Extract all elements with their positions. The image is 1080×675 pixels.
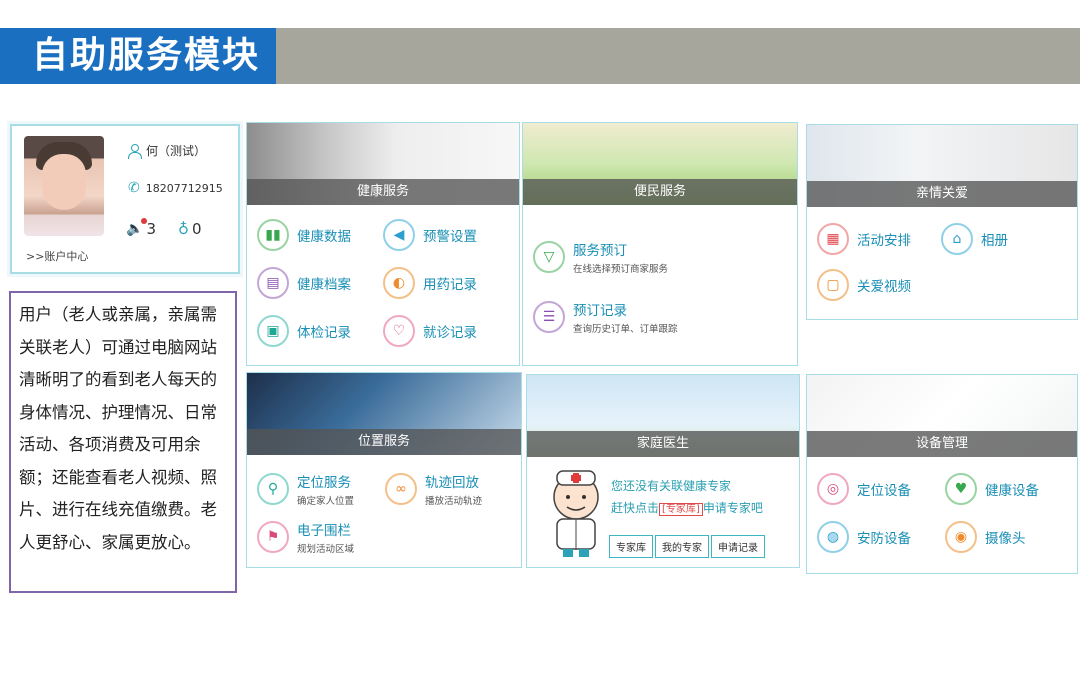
- messages-stat[interactable]: 🔈 3: [126, 218, 156, 238]
- pill-icon: ◐: [383, 267, 415, 299]
- messages-count: 3: [146, 220, 156, 238]
- item-location-service[interactable]: ⚲ 定位服务 确定家人位置: [257, 471, 354, 507]
- panel-family-title: 亲情关爱: [807, 181, 1077, 207]
- panel-device-header: 设备管理: [807, 375, 1077, 457]
- item-health-data[interactable]: ▮▮ 健康数据: [257, 219, 351, 251]
- item-alert-settings[interactable]: ◀ 预警设置: [383, 219, 477, 251]
- item-location-device[interactable]: ◎ 定位设备: [817, 473, 911, 505]
- item-checkup-record[interactable]: ▣ 体检记录: [257, 315, 351, 347]
- doctor-message-line2: 赶快点击 [专家库] 申请专家吧: [611, 501, 763, 516]
- cart-icon: ▽: [533, 241, 565, 273]
- user-name: 何（测试）: [146, 144, 207, 158]
- item-camera[interactable]: ◉ 摄像头: [945, 521, 1026, 553]
- camera-icon: ◉: [945, 521, 977, 553]
- track-icon: ∞: [385, 473, 417, 505]
- application-record-button[interactable]: 申请记录: [711, 535, 765, 558]
- panel-location-title: 位置服务: [247, 429, 521, 455]
- item-health-device[interactable]: ♥ 健康设备: [945, 473, 1039, 505]
- panel-location-header: 位置服务: [247, 373, 521, 455]
- user-phone: 18207712915: [145, 181, 223, 195]
- megaphone-icon: ◀: [383, 219, 415, 251]
- panel-device: 设备管理 ◎ 定位设备 ♥ 健康设备 ◍ 安防设备 ◉ 摄像头: [806, 374, 1078, 574]
- title-bar: 自助服务模块: [0, 28, 1080, 84]
- panel-convenience-header: 便民服务: [523, 123, 797, 205]
- description-box: 用户（老人或亲属，亲属需关联老人）可通过电脑网站清晰明了的看到老人每天的身体情况…: [9, 291, 237, 593]
- item-track-playback[interactable]: ∞ 轨迹回放 播放活动轨迹: [385, 471, 482, 507]
- avatar: [24, 136, 104, 236]
- calendar-icon: ▦: [817, 223, 849, 255]
- document-icon: ▤: [257, 267, 289, 299]
- phone-icon: ✆: [128, 180, 140, 196]
- alerts-stat[interactable]: ♁ 0: [178, 220, 202, 238]
- item-booking-record[interactable]: ☰ 预订记录 查询历史订单、订单跟踪: [533, 299, 678, 335]
- item-geofence[interactable]: ⚑ 电子围栏 规划活动区域: [257, 519, 354, 555]
- stethoscope-icon: ♡: [383, 315, 415, 347]
- my-expert-button[interactable]: 我的专家: [655, 535, 709, 558]
- panel-health: 健康服务 ▮▮ 健康数据 ◀ 预警设置 ▤ 健康档案 ◐ 用药记录 ▣ 体检记录…: [246, 122, 520, 366]
- panel-doctor: 家庭医生 您还没有关联健康专家 赶快点击 [专家库] 申请专家吧 专家库 我的专家 …: [526, 374, 800, 568]
- home-icon: ⌂: [941, 223, 973, 255]
- item-activity-schedule[interactable]: ▦ 活动安排: [817, 223, 911, 255]
- video-icon: ▢: [817, 269, 849, 301]
- bulb-icon: ♁: [178, 220, 189, 238]
- panel-location: 位置服务 ⚲ 定位服务 确定家人位置 ∞ 轨迹回放 播放活动轨迹 ⚑ 电子围栏 …: [246, 372, 522, 568]
- doctor-message-line1: 您还没有关联健康专家: [611, 479, 732, 493]
- item-care-video[interactable]: ▢ 关爱视频: [817, 269, 911, 301]
- speaker-icon: 🔈: [126, 218, 148, 237]
- list-icon: ☰: [533, 301, 565, 333]
- flag-icon: ⚑: [257, 521, 289, 553]
- person-icon: [128, 143, 142, 159]
- panel-doctor-title: 家庭医生: [527, 431, 799, 457]
- user-name-row: 何（测试）: [128, 142, 206, 159]
- alarm-icon: ◍: [817, 521, 849, 553]
- panel-device-title: 设备管理: [807, 431, 1077, 457]
- panel-health-header: 健康服务: [247, 123, 519, 205]
- account-center-link[interactable]: >>账户中心: [26, 248, 88, 264]
- heart-shield-icon: ♥: [945, 473, 977, 505]
- clipboard-icon: ▣: [257, 315, 289, 347]
- alerts-count: 0: [192, 220, 202, 238]
- item-album[interactable]: ⌂ 相册: [941, 223, 1008, 255]
- item-service-booking[interactable]: ▽ 服务预订 在线选择预订商家服务: [533, 239, 668, 275]
- item-health-record[interactable]: ▤ 健康档案: [257, 267, 351, 299]
- page-title: 自助服务模块: [0, 28, 276, 84]
- item-visit-record[interactable]: ♡ 就诊记录: [383, 315, 477, 347]
- expert-library-button[interactable]: 专家库: [609, 535, 653, 558]
- panel-health-title: 健康服务: [247, 179, 519, 205]
- chart-icon: ▮▮: [257, 219, 289, 251]
- item-security-device[interactable]: ◍ 安防设备: [817, 521, 911, 553]
- panel-convenience: 便民服务 ▽ 服务预订 在线选择预订商家服务 ☰ 预订记录 查询历史订单、订单跟…: [522, 122, 798, 366]
- user-phone-row: ✆ 18207712915: [128, 180, 223, 196]
- panel-family: 亲情关爱 ▦ 活动安排 ⌂ 相册 ▢ 关爱视频: [806, 124, 1078, 320]
- expert-library-link[interactable]: [专家库]: [659, 503, 703, 516]
- item-medication-record[interactable]: ◐ 用药记录: [383, 267, 477, 299]
- location-pin-icon: ⚲: [257, 473, 289, 505]
- panel-family-header: 亲情关爱: [807, 125, 1077, 207]
- panel-doctor-header: 家庭医生: [527, 375, 799, 457]
- doctor-illustration-icon: [553, 470, 599, 557]
- panel-convenience-title: 便民服务: [523, 179, 797, 205]
- compass-icon: ◎: [817, 473, 849, 505]
- user-card: 何（测试） ✆ 18207712915 🔈 3 ♁ 0 >>账户中心: [10, 124, 240, 274]
